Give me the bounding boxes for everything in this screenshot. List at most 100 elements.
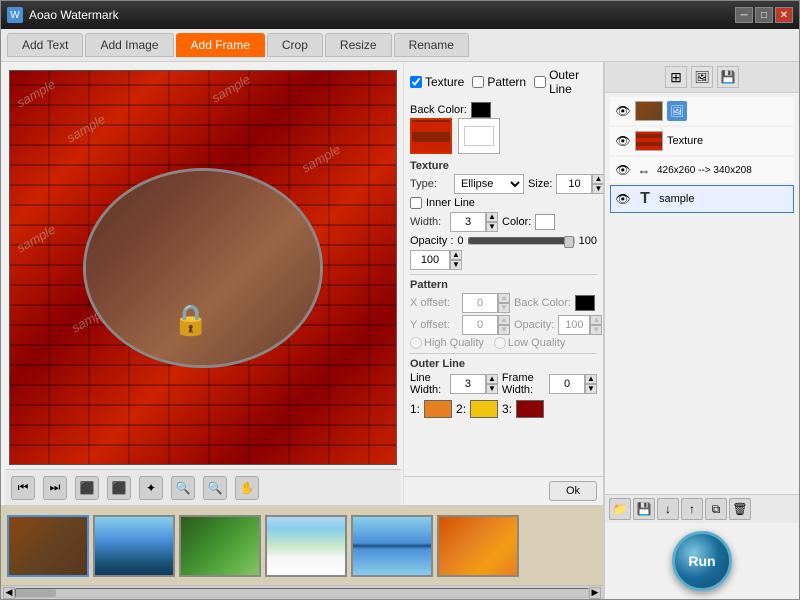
texture-checkbox-label[interactable]: Texture bbox=[410, 75, 464, 89]
layers-icon[interactable]: ⊞ bbox=[665, 66, 687, 88]
texture-checkbox[interactable] bbox=[410, 76, 422, 88]
opacity-down[interactable]: ▼ bbox=[450, 260, 462, 270]
layer-down-btn[interactable]: ↓ bbox=[657, 498, 679, 520]
layer-item-resize[interactable]: 👁 ⇔ 426x260 --> 340x208 bbox=[610, 157, 794, 183]
thumbnail-2[interactable] bbox=[93, 515, 175, 577]
layer-item-1[interactable]: 👁 🖼 bbox=[610, 97, 794, 125]
inner-line-checkbox[interactable] bbox=[410, 197, 422, 209]
width-spinner[interactable]: 3 ▲ ▼ bbox=[450, 212, 498, 232]
layers-panel: ⊞ 🖼 💾 👁 🖼 👁 bbox=[604, 62, 799, 599]
settings-panel: Texture Pattern Outer Line bbox=[403, 62, 603, 505]
ok-button[interactable]: Ok bbox=[549, 481, 597, 501]
zoom-in-btn[interactable]: 🔍 bbox=[171, 476, 195, 500]
size-spinner[interactable]: 10 ▲ ▼ bbox=[556, 174, 603, 194]
color-chip-1[interactable] bbox=[424, 400, 452, 418]
line-width-value[interactable]: 3 bbox=[450, 374, 486, 394]
back-color-pattern-label: Back Color: bbox=[514, 297, 571, 309]
outer-line-checkbox-label[interactable]: Outer Line bbox=[534, 68, 597, 96]
back-color-label: Back Color: bbox=[410, 104, 467, 116]
tab-crop[interactable]: Crop bbox=[267, 33, 323, 57]
layer-eye-sample[interactable]: 👁 bbox=[615, 191, 631, 207]
opacity-value[interactable]: 100 bbox=[410, 250, 450, 270]
frame-width-value[interactable]: 0 bbox=[549, 374, 585, 394]
thumbnail-5[interactable] bbox=[351, 515, 433, 577]
opacity-min: 0 bbox=[457, 235, 463, 247]
export-btn[interactable]: ⬛ bbox=[107, 476, 131, 500]
layer-up-btn[interactable]: ↑ bbox=[681, 498, 703, 520]
line-width-down[interactable]: ▼ bbox=[486, 384, 498, 394]
layer-eye-1[interactable]: 👁 bbox=[615, 103, 631, 119]
tab-add-frame[interactable]: Add Frame bbox=[176, 33, 265, 57]
texture-preview-2[interactable] bbox=[458, 118, 500, 154]
layer-label-resize: 426x260 --> 340x208 bbox=[657, 165, 789, 176]
minimize-button[interactable]: ─ bbox=[735, 7, 753, 23]
frame-width-label: Frame Width: bbox=[502, 372, 545, 396]
zoom-out-btn[interactable]: 🔍 bbox=[203, 476, 227, 500]
frame-width-up[interactable]: ▲ bbox=[585, 374, 597, 384]
layers-export-icon[interactable]: 💾 bbox=[717, 66, 739, 88]
layers-tool-icon[interactable]: 🖼 bbox=[691, 66, 713, 88]
frame-width-down[interactable]: ▼ bbox=[585, 384, 597, 394]
close-button[interactable]: ✕ bbox=[775, 7, 793, 23]
y-offset-up: ▲ bbox=[498, 315, 510, 325]
layer-save-btn[interactable]: 💾 bbox=[633, 498, 655, 520]
pattern-checkbox-label[interactable]: Pattern bbox=[472, 75, 526, 89]
layer-eye-resize[interactable]: 👁 bbox=[615, 162, 631, 178]
line-width-up[interactable]: ▲ bbox=[486, 374, 498, 384]
last-btn[interactable]: ⏭ bbox=[43, 476, 67, 500]
opacity-up[interactable]: ▲ bbox=[450, 250, 462, 260]
main-area: sample sample sample sample sample sampl… bbox=[1, 62, 799, 599]
size-up-arrow[interactable]: ▲ bbox=[592, 174, 603, 184]
layer-item-texture[interactable]: 👁 Texture bbox=[610, 127, 794, 155]
horizontal-scrollbar[interactable]: ◀ ▶ bbox=[10, 464, 396, 465]
tab-resize[interactable]: Resize bbox=[325, 33, 392, 57]
strip-scroll-left[interactable]: ◀ bbox=[3, 587, 15, 599]
layer-icon-1: 🖼 bbox=[667, 101, 687, 121]
thumbnail-1[interactable] bbox=[7, 515, 89, 577]
width-value[interactable]: 3 bbox=[450, 212, 486, 232]
settings-btn[interactable]: ✦ bbox=[139, 476, 163, 500]
opacity-thumb[interactable] bbox=[564, 236, 574, 248]
first-btn[interactable]: ⏮ bbox=[11, 476, 35, 500]
width-down-arrow[interactable]: ▼ bbox=[486, 222, 498, 232]
tab-add-text[interactable]: Add Text bbox=[7, 33, 83, 57]
opacity-slider[interactable] bbox=[468, 237, 575, 245]
line-width-row: Line Width: 3 ▲ ▼ Frame Width: 0 bbox=[410, 372, 597, 396]
thumbnail-6[interactable] bbox=[437, 515, 519, 577]
strip-scroll-thumb[interactable] bbox=[16, 589, 56, 597]
strip-scroll-track[interactable] bbox=[15, 588, 589, 598]
tab-rename[interactable]: Rename bbox=[394, 33, 469, 57]
run-button[interactable]: Run bbox=[672, 531, 732, 591]
layer-copy-btn[interactable]: ⧉ bbox=[705, 498, 727, 520]
thumbnail-3[interactable] bbox=[179, 515, 261, 577]
preview-settings-row: sample sample sample sample sample sampl… bbox=[1, 62, 603, 505]
y-offset-row: Y offset: 0 ▲ ▼ Opacity: 100 bbox=[410, 315, 597, 335]
layer-delete-btn[interactable]: 🗑 bbox=[729, 498, 751, 520]
color-chip-3[interactable] bbox=[516, 400, 544, 418]
color-swatch[interactable] bbox=[535, 214, 555, 230]
back-color-swatch[interactable] bbox=[471, 102, 491, 118]
capture-btn[interactable]: ⬛ bbox=[75, 476, 99, 500]
thumbnail-4[interactable] bbox=[265, 515, 347, 577]
texture-preview-1[interactable] bbox=[410, 118, 452, 154]
layer-eye-texture[interactable]: 👁 bbox=[615, 133, 631, 149]
low-quality-label: Low Quality bbox=[494, 337, 565, 349]
pattern-checkbox[interactable] bbox=[472, 76, 484, 88]
width-up-arrow[interactable]: ▲ bbox=[486, 212, 498, 222]
back-color-row: Back Color: bbox=[410, 102, 597, 118]
line-width-spinner[interactable]: 3 ▲ ▼ bbox=[450, 374, 498, 394]
outer-line-checkbox[interactable] bbox=[534, 76, 546, 88]
size-down-arrow[interactable]: ▼ bbox=[592, 184, 603, 194]
frame-width-spinner[interactable]: 0 ▲ ▼ bbox=[549, 374, 597, 394]
maximize-button[interactable]: □ bbox=[755, 7, 773, 23]
color-chip-2[interactable] bbox=[470, 400, 498, 418]
strip-scrollbar[interactable]: ◀ ▶ bbox=[1, 585, 603, 599]
tab-add-image[interactable]: Add Image bbox=[85, 33, 173, 57]
strip-scroll-right[interactable]: ▶ bbox=[589, 587, 601, 599]
pan-btn[interactable]: ✋ bbox=[235, 476, 259, 500]
type-select[interactable]: Ellipse Rectangle bbox=[454, 174, 524, 194]
opacity-spinner[interactable]: 100 ▲ ▼ bbox=[410, 250, 462, 270]
size-value[interactable]: 10 bbox=[556, 174, 592, 194]
layer-folder-btn[interactable]: 📁 bbox=[609, 498, 631, 520]
layer-item-sample[interactable]: 👁 T sample bbox=[610, 185, 794, 213]
